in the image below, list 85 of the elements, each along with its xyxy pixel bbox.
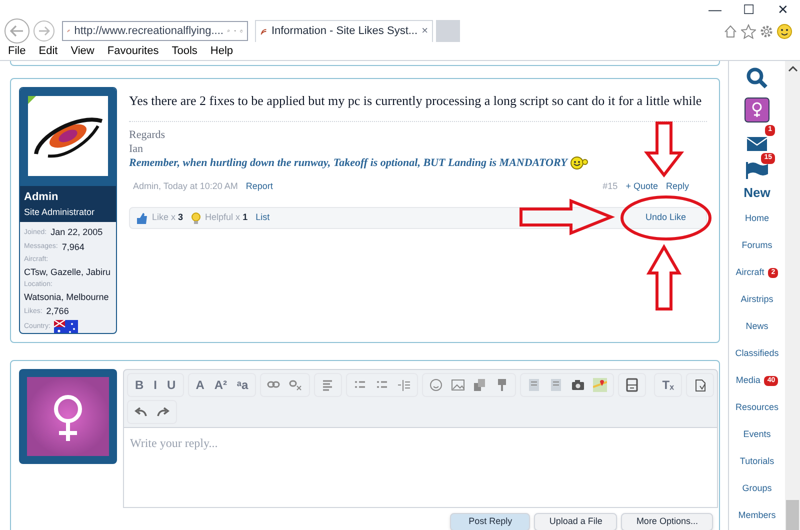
stat-value: 7,964 (62, 240, 84, 254)
smiley-icon (570, 156, 588, 170)
smiley-icon[interactable] (777, 24, 792, 38)
format-button[interactable]: I (148, 376, 162, 394)
nav-link[interactable]: Aircraft (736, 266, 764, 280)
menu-item[interactable]: Favourites (107, 42, 159, 60)
signature-quote: Remember, when hurtling down the runway, Takeoff is optional, BUT Landing is MANDATORY (129, 156, 568, 170)
form-button[interactable]: Post Reply (450, 513, 530, 530)
envelope-icon (747, 137, 767, 151)
australia-flag-icon (54, 320, 78, 333)
stat-value: Jan 22, 2005 (50, 226, 103, 239)
browser-tab[interactable]: Information - Site Likes Syst... × (255, 20, 433, 42)
home-icon[interactable] (723, 24, 738, 38)
menu-item[interactable]: Edit (38, 42, 58, 60)
back-button[interactable] (4, 18, 30, 44)
indent-icon[interactable] (397, 378, 412, 392)
nav-link[interactable]: Forums (742, 239, 772, 253)
nav-link[interactable]: Resources (735, 401, 779, 415)
report-link[interactable]: Report (246, 180, 273, 193)
forward-button[interactable] (33, 20, 55, 42)
signature-line: Regards (129, 128, 166, 142)
stat-value: 2,766 (46, 305, 69, 318)
nav-link[interactable]: Groups (742, 482, 772, 496)
image-icon[interactable] (451, 378, 466, 392)
stat-value: CTsw, Gazelle, Jabiru (24, 266, 112, 278)
address-bar[interactable]: http://www.recreationalflying.... (62, 21, 248, 41)
document-icon[interactable] (527, 378, 542, 392)
message-text: Yes there are 2 fixes to be applied but my pc is currently processing a long script so cant do it for a little while (129, 87, 707, 122)
nav-link[interactable]: Classifieds (735, 347, 779, 361)
post-meta: Admin, Today at 10:20 AM (133, 180, 238, 193)
post-number: #15 (602, 180, 618, 192)
format-button[interactable]: ᵃa (232, 376, 254, 394)
url-text: http://www.recreationalflying.... (74, 24, 224, 39)
search-icon[interactable] (746, 67, 768, 89)
form-button[interactable]: Upload a File (534, 513, 618, 530)
female-avatar-icon[interactable] (744, 97, 770, 123)
username[interactable]: Admin (24, 189, 112, 206)
undo-icon[interactable] (134, 405, 148, 419)
signature-line: Ian (129, 142, 144, 156)
paste-icon[interactable] (692, 378, 707, 392)
quote-link[interactable]: + Quote (626, 180, 658, 193)
copy-icon[interactable] (473, 378, 488, 392)
lightbulb-icon (191, 212, 202, 224)
maximize-button[interactable]: ☐ (732, 0, 766, 20)
menu-item[interactable]: Help (210, 42, 234, 60)
reply-link[interactable]: Reply (666, 180, 689, 193)
scrollbar-thumb[interactable] (786, 500, 799, 530)
reply-input-field[interactable]: Write your reply... (123, 428, 718, 508)
star-icon[interactable] (741, 24, 756, 38)
format-button[interactable]: A (190, 376, 210, 394)
stat-value: Watsonia, Melbourne (24, 290, 110, 304)
nav-link[interactable]: Media (736, 374, 760, 388)
list-link[interactable]: List (256, 211, 270, 225)
tab-title: Information - Site Likes Syst... (271, 24, 418, 40)
nav-link[interactable]: Airstrips (740, 293, 774, 307)
menu-item[interactable]: Tools (172, 42, 198, 60)
thumbs-up-icon (136, 212, 148, 224)
nav-link[interactable]: Members (738, 509, 776, 523)
flag-icon (746, 161, 768, 179)
like-count-text: Like x 3 (152, 211, 184, 224)
menu-item[interactable]: View (70, 42, 94, 60)
undo-like-link[interactable]: Undo Like (645, 211, 686, 225)
camera-icon[interactable] (571, 378, 586, 392)
nav-link[interactable]: Tutorials (740, 455, 774, 469)
nav-link[interactable]: Home (744, 212, 769, 226)
redo-icon[interactable] (156, 405, 170, 419)
helpful-count-text: Helpful x 1 (205, 211, 248, 224)
document-icon[interactable] (549, 378, 564, 392)
minimize-button[interactable]: — (698, 0, 732, 20)
format-button[interactable]: U (162, 376, 181, 394)
format-button[interactable]: B (130, 376, 149, 394)
tab-close-button[interactable]: × (422, 23, 428, 40)
down-arrow-annotation (644, 122, 684, 178)
unlink-icon[interactable] (289, 378, 304, 392)
nav-link[interactable]: Events (743, 428, 771, 442)
form-button[interactable]: More Options... (621, 513, 713, 530)
nav-link[interactable]: News (746, 320, 768, 334)
save-icon[interactable] (625, 378, 640, 392)
user-title: Site Administrator (24, 206, 96, 218)
format-button[interactable]: A² (209, 376, 232, 394)
menu-item[interactable]: File (8, 42, 26, 60)
close-button[interactable]: ✕ (766, 0, 800, 20)
up-arrow-annotation (646, 244, 682, 310)
map-icon[interactable] (593, 378, 608, 392)
new-link[interactable]: New (744, 183, 770, 202)
